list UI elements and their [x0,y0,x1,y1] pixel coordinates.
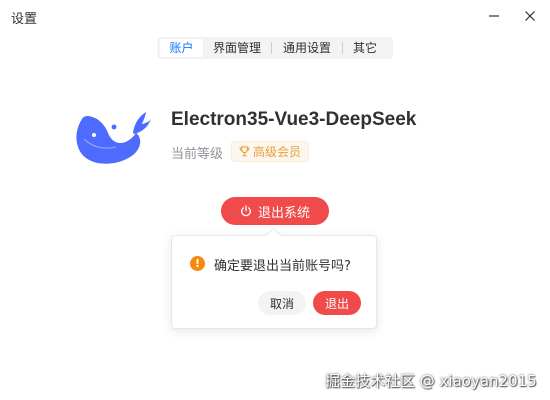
trophy-icon [239,146,250,157]
power-icon [241,205,251,217]
membership-label: 高级会员 [253,145,302,159]
close-button[interactable] [518,5,542,27]
title-bar: 设置 [0,0,550,34]
minimize-button[interactable] [482,5,506,27]
minimize-icon [489,15,499,17]
confirm-message: 确定要退出当前账号吗? [214,259,351,274]
logout-confirm-popover: ! 确定要退出当前账号吗? 取消 退出 [171,235,377,329]
settings-tabs: 账户 界面管理 通用设置 其它 [157,37,393,59]
tab-account[interactable]: 账户 [160,39,203,57]
confirm-logout-button[interactable]: 退出 [313,291,361,315]
window-title: 设置 [11,12,38,27]
current-level-label: 当前等级 [171,147,224,162]
logout-label: 退出系统 [257,205,310,221]
warning-icon: ! [190,256,205,271]
cancel-button[interactable]: 取消 [258,291,306,315]
app-name: Electron35-Vue3-DeepSeek [171,109,417,130]
deepseek-whale-logo [76,112,151,164]
tab-general-settings[interactable]: 通用设置 [272,39,342,57]
close-icon [525,11,535,21]
tab-other[interactable]: 其它 [343,39,387,57]
watermark: 掘金技术社区 @ xiaoyan2015 [325,372,537,390]
membership-badge: 高级会员 [231,141,310,162]
logout-button[interactable]: 退出系统 [221,197,329,225]
tab-interface-management[interactable]: 界面管理 [203,39,271,57]
